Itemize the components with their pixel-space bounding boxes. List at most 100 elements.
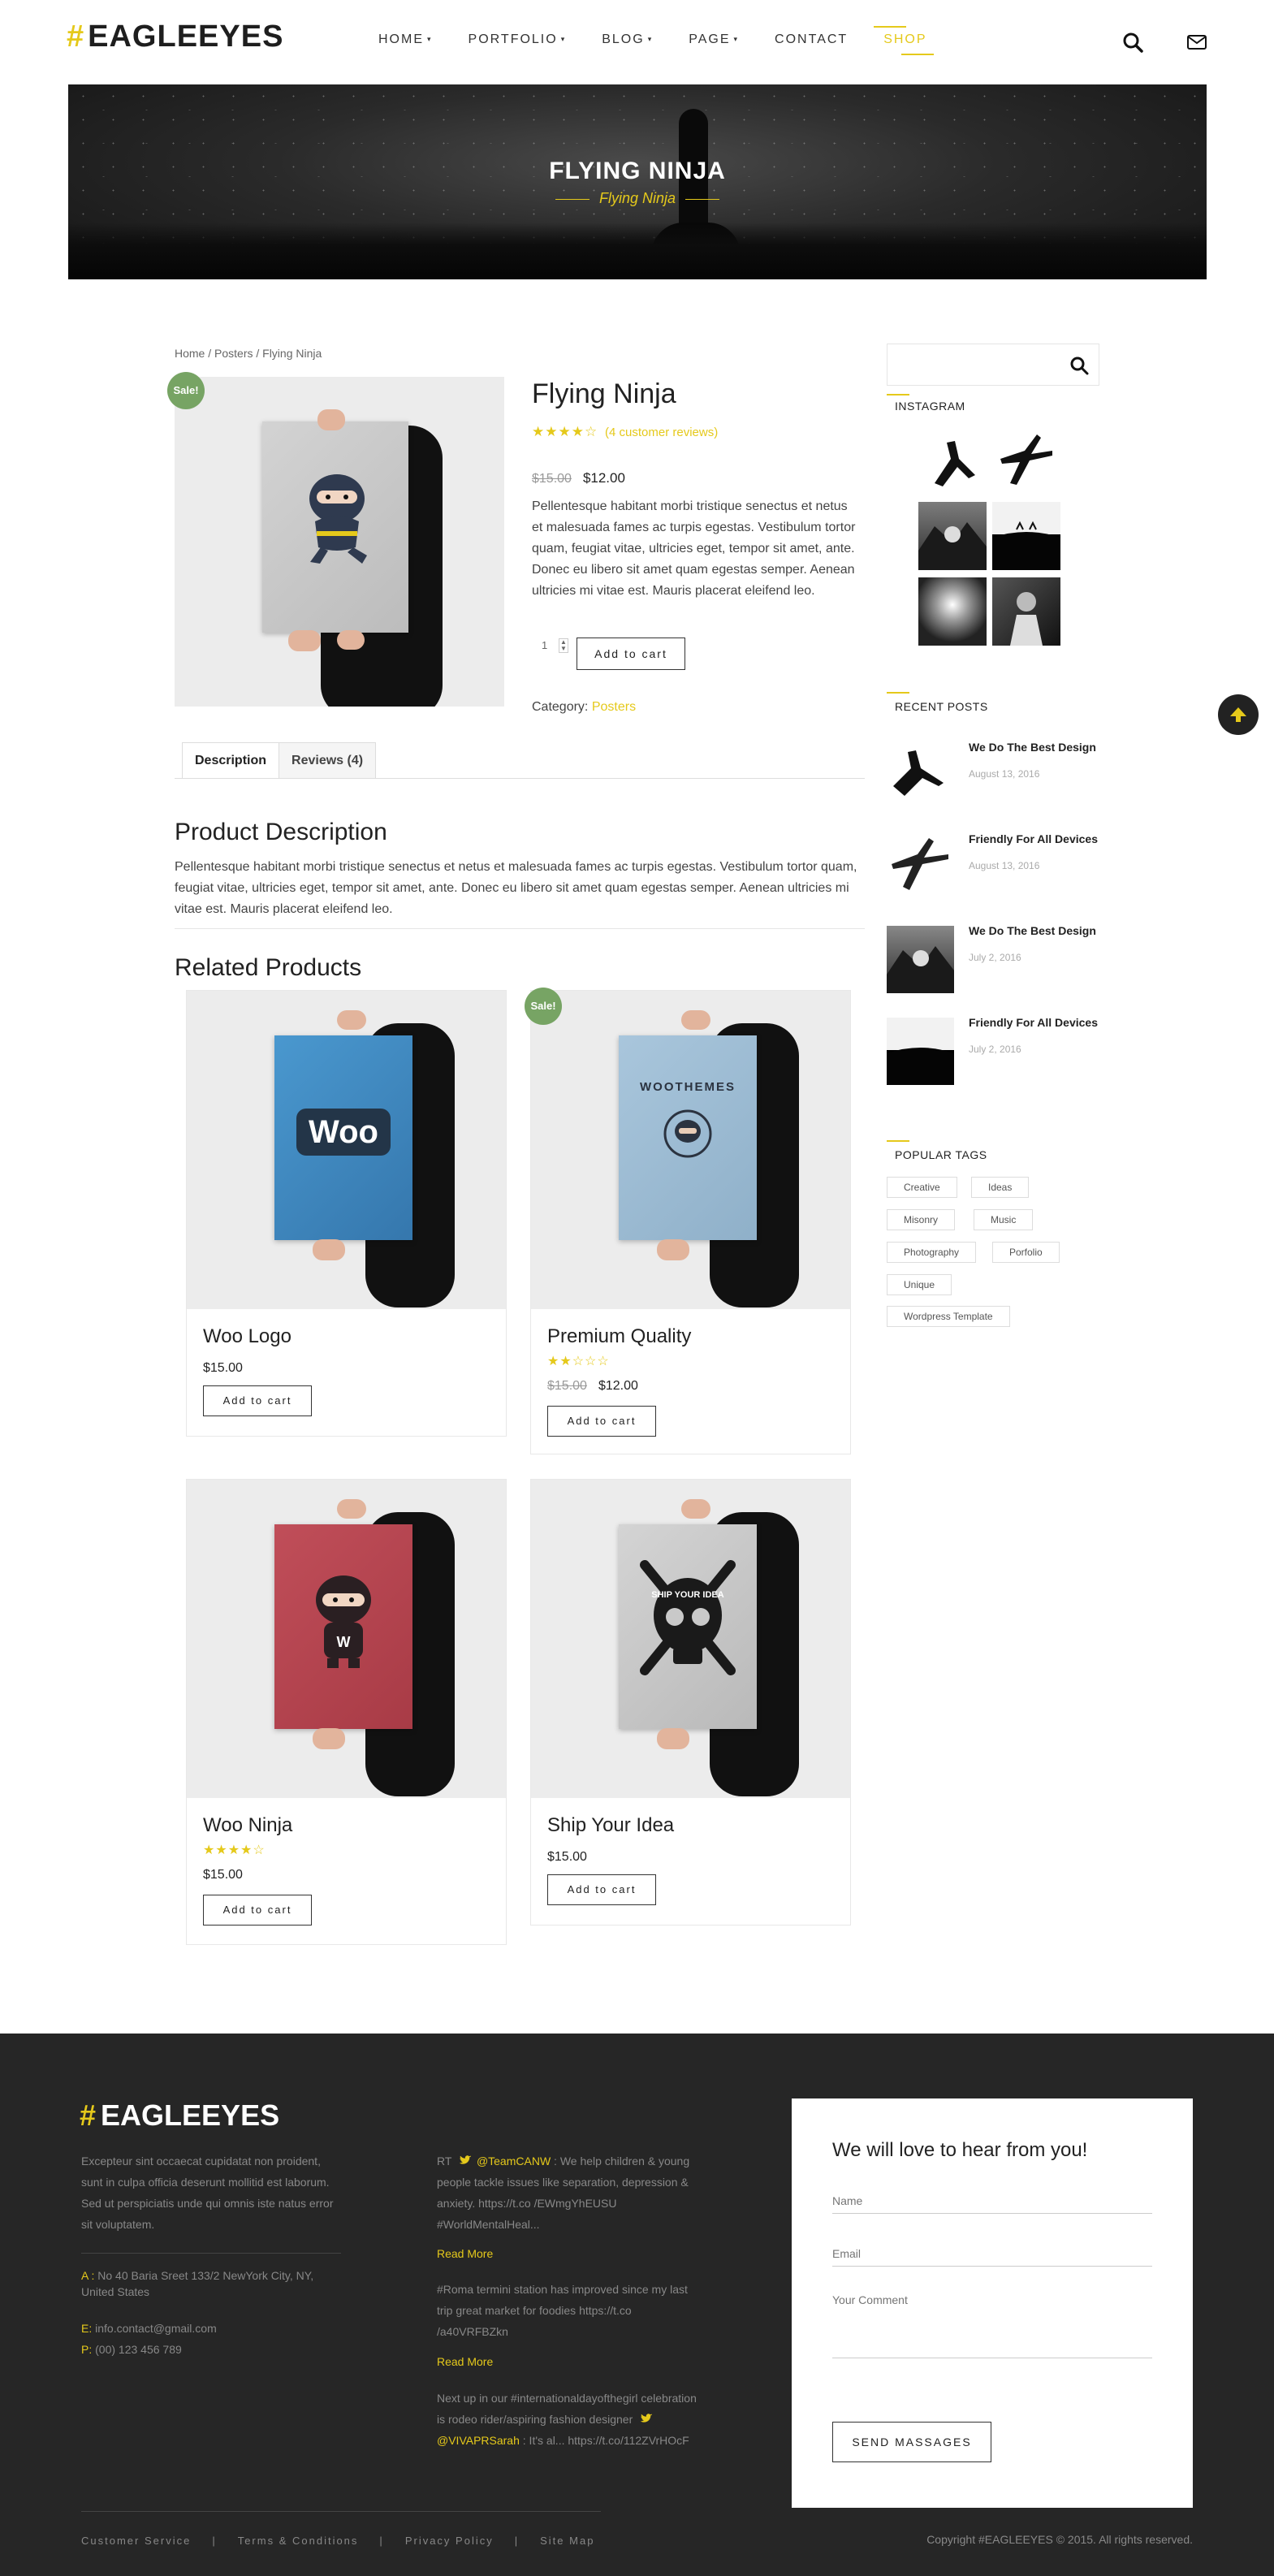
instagram-photo[interactable] — [918, 577, 987, 646]
current-price: $12.00 — [598, 1379, 638, 1393]
quantity-stepper[interactable]: 1 ▲ ▼ — [532, 636, 577, 657]
nav-page[interactable]: PAGE ▾ — [689, 32, 739, 47]
product-card-image[interactable]: W — [187, 1480, 506, 1798]
tag-link[interactable]: Unique — [887, 1274, 952, 1295]
product-card-image[interactable]: SHIP YOUR IDEA — [531, 1480, 850, 1798]
nav-shop[interactable]: SHOP — [874, 26, 935, 55]
woo-ninja-icon: W — [316, 1575, 371, 1668]
skull-icon: SHIP YOUR IDEA — [640, 1560, 736, 1675]
quantity-spin-icon[interactable]: ▲ ▼ — [559, 638, 568, 653]
address-label: A : — [81, 2269, 95, 2282]
recent-post-date: July 2, 2016 — [969, 1044, 1021, 1055]
tab-reviews[interactable]: Reviews (4) — [279, 742, 377, 779]
product-description-heading: Product Description — [175, 819, 387, 845]
footer-phone: P: (00) 123 456 789 — [81, 2343, 182, 2356]
post-thumbnail[interactable] — [887, 736, 954, 803]
recent-post-title[interactable]: We Do The Best Design — [969, 741, 1096, 754]
footer-link-privacy[interactable]: Privacy Policy — [405, 2535, 494, 2547]
tweet-handle[interactable]: @TeamCANW — [477, 2155, 551, 2168]
tag-link[interactable]: Music — [974, 1209, 1034, 1230]
sale-badge: Sale! — [167, 372, 205, 409]
add-to-cart-button[interactable]: Add to cart — [577, 638, 685, 670]
instagram-photo[interactable] — [992, 502, 1060, 570]
product-card[interactable]: Woo Woo Logo $15.00 Add to cart — [186, 990, 507, 1437]
recent-posts-title: RECENT POSTS — [895, 700, 988, 713]
add-to-cart-button[interactable]: Add to cart — [547, 1406, 656, 1437]
email-link[interactable]: info.contact@gmail.com — [95, 2322, 217, 2335]
hand-shape — [337, 630, 365, 650]
instagram-photo[interactable] — [918, 502, 987, 570]
tag-link[interactable]: Creative — [887, 1177, 957, 1198]
reviews-link[interactable]: (4 customer reviews) — [605, 426, 718, 439]
footer-link-terms[interactable]: Terms & Conditions — [238, 2535, 359, 2547]
instagram-photo[interactable] — [992, 577, 1060, 646]
product-card[interactable]: WOOTHEMES Premium Quality ★★☆☆☆ $15.00 $1… — [530, 990, 851, 1454]
tag-link[interactable]: Misonry — [887, 1209, 956, 1230]
product-card[interactable]: SHIP YOUR IDEA Ship Your Idea $15.00 Add… — [530, 1479, 851, 1926]
product-card-title[interactable]: Woo Ninja — [203, 1814, 292, 1837]
comment-field[interactable] — [832, 2293, 1152, 2358]
tag-link[interactable]: Photography — [887, 1242, 977, 1263]
nav-portfolio[interactable]: PORTFOLIO ▾ — [469, 32, 567, 47]
ninja-icon — [309, 474, 367, 564]
add-to-cart-button[interactable]: Add to cart — [547, 1874, 656, 1905]
product-card-title[interactable]: Woo Logo — [203, 1325, 292, 1348]
tweet-handle[interactable]: @VIVAPRSarah — [437, 2434, 520, 2447]
product-card-title[interactable]: Premium Quality — [547, 1325, 691, 1348]
nav-home[interactable]: HOME ▾ — [378, 32, 433, 47]
read-more-link[interactable]: Read More — [437, 2243, 493, 2264]
product-card-price: $15.00 — [203, 1868, 243, 1882]
search-icon[interactable] — [1069, 356, 1089, 375]
site-logo[interactable]: # EAGLEEYES — [67, 19, 283, 54]
quantity-value: 1 — [542, 639, 548, 651]
product-image[interactable] — [175, 377, 504, 707]
category-link[interactable]: Posters — [592, 700, 636, 714]
search-icon[interactable] — [1121, 31, 1144, 54]
breadcrumb[interactable]: Home / Posters / Flying Ninja — [175, 347, 322, 360]
add-to-cart-button[interactable]: Add to cart — [203, 1895, 312, 1926]
hand-shape — [313, 1728, 345, 1749]
scroll-to-top-button[interactable] — [1218, 694, 1259, 735]
recent-post-title[interactable]: Friendly For All Devices — [969, 1016, 1098, 1029]
read-more-link[interactable]: Read More — [437, 2351, 493, 2372]
recent-post-date: July 2, 2016 — [969, 952, 1021, 963]
email-field[interactable] — [832, 2241, 1152, 2267]
product-tabs: Description Reviews (4) — [182, 742, 377, 779]
post-thumbnail[interactable] — [887, 828, 954, 896]
product-title: Flying Ninja — [532, 378, 676, 409]
tag-link[interactable]: Ideas — [971, 1177, 1030, 1198]
footer-links: Customer Service | Terms & Conditions | … — [81, 2535, 594, 2547]
tag-link[interactable]: Wordpress Template — [887, 1306, 1010, 1327]
footer-logo[interactable]: # EAGLEEYES — [80, 2098, 279, 2133]
product-card-image[interactable]: Woo — [187, 991, 506, 1309]
nav-blog[interactable]: BLOG ▾ — [602, 32, 653, 47]
product-card-title[interactable]: Ship Your Idea — [547, 1814, 674, 1837]
banner-ground — [68, 223, 1207, 279]
product-card-image[interactable]: WOOTHEMES — [531, 991, 850, 1309]
add-to-cart-button[interactable]: Add to cart — [203, 1385, 312, 1416]
send-messages-button[interactable]: SEND MASSAGES — [832, 2422, 991, 2462]
recent-post-title[interactable]: We Do The Best Design — [969, 924, 1096, 937]
product-card[interactable]: W Woo Ninja ★★★★☆ $15.00 Add to cart — [186, 1479, 507, 1945]
tab-description[interactable]: Description — [182, 742, 280, 779]
instagram-photo[interactable] — [918, 426, 987, 495]
woo-logo: Woo — [296, 1109, 391, 1156]
post-thumbnail[interactable] — [887, 1018, 954, 1085]
recent-post-title[interactable]: Friendly For All Devices — [969, 832, 1098, 845]
tag-link[interactable]: Porfolio — [992, 1242, 1060, 1263]
instagram-title: INSTAGRAM — [895, 400, 965, 413]
footer-link-sitemap[interactable]: Site Map — [540, 2535, 594, 2547]
nav-contact[interactable]: CONTACT — [775, 32, 848, 47]
contact-form: We will love to hear from you! SEND MASS… — [792, 2098, 1193, 2508]
old-price: $15.00 — [547, 1379, 587, 1393]
banner-title: FLYING NINJA — [549, 158, 726, 184]
post-thumbnail[interactable] — [887, 926, 954, 993]
main-nav: HOME ▾ PORTFOLIO ▾ BLOG ▾ PAGE ▾ CONTACT SHO… — [378, 26, 963, 55]
name-field[interactable] — [832, 2188, 1152, 2214]
arrow-up-icon — [1230, 707, 1246, 722]
product-card-price: $15.00 $12.00 — [547, 1379, 638, 1394]
footer-link-customer-service[interactable]: Customer Service — [81, 2535, 191, 2547]
mail-icon[interactable] — [1185, 31, 1208, 54]
instagram-photo[interactable] — [992, 426, 1060, 495]
search-input[interactable] — [894, 354, 1056, 375]
